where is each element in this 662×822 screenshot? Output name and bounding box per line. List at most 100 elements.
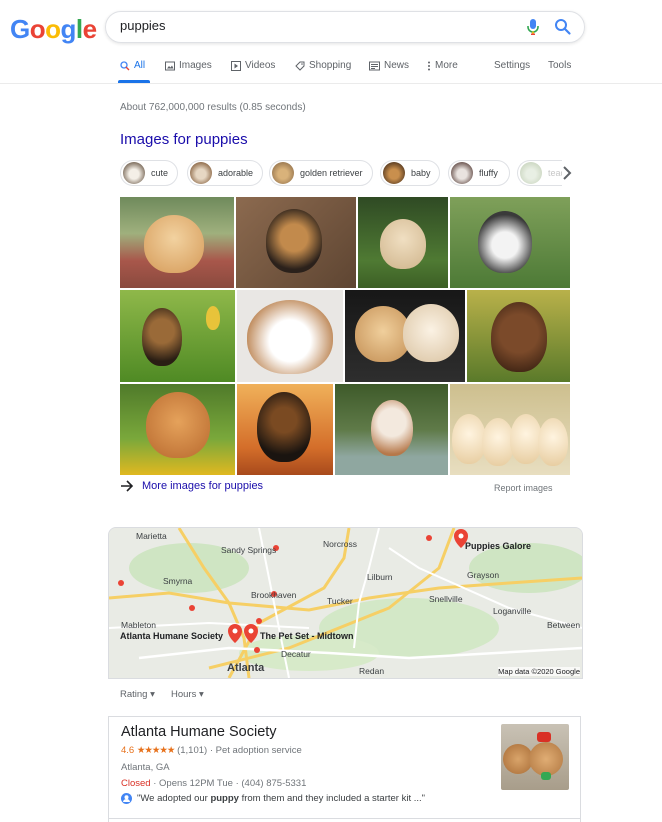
chip-adorable[interactable]: adorable [187, 160, 263, 186]
rating-value: 4.6 [121, 745, 135, 756]
hours-phone: · Opens 12PM Tue · (404) 875-5331 [153, 778, 307, 789]
caret-down-icon: ▾ [198, 689, 204, 700]
image-result[interactable] [450, 384, 570, 475]
map-place-label[interactable]: Atlanta Humane Society [120, 631, 223, 641]
map-label: Norcross [323, 539, 358, 549]
review-prefix: "We adopted our [137, 793, 211, 804]
map-label: Brookhaven [251, 590, 297, 600]
map-label: Atlanta [227, 662, 265, 674]
map-place-label[interactable]: The Pet Set - Midtown [260, 631, 354, 641]
result-hours: Closed · Opens 12PM Tue · (404) 875-5331 [121, 778, 306, 789]
tab-all[interactable]: All [120, 60, 145, 71]
tab-videos[interactable]: Videos [231, 60, 275, 71]
result-rating: 4.6 ★★★★★ (1,101) · Pet adoption service [121, 745, 302, 756]
image-result[interactable] [120, 384, 235, 475]
local-result[interactable]: Atlanta Humane Society 4.6 ★★★★★ (1,101)… [108, 716, 581, 822]
chip-thumbnail [383, 162, 405, 184]
map-place-label[interactable]: Puppies Galore [465, 541, 531, 551]
chip-label: teacup [548, 168, 562, 178]
result-review: "We adopted our puppy from them and they… [121, 793, 425, 804]
map-label: Grayson [467, 570, 500, 580]
search-icon[interactable] [554, 18, 572, 36]
image-result[interactable] [237, 290, 343, 382]
chevron-right-icon[interactable] [562, 165, 572, 181]
google-logo[interactable]: Google [10, 14, 97, 45]
chip-label: fluffy [479, 168, 498, 178]
tab-label: Tools [548, 60, 572, 71]
review-suffix: from them and they included a starter ki… [238, 793, 426, 804]
user-avatar-icon [121, 793, 132, 804]
image-result[interactable] [335, 384, 448, 475]
image-result[interactable] [345, 290, 465, 382]
divider [108, 818, 581, 819]
map-label: Redan [359, 666, 385, 676]
filter-label: Hours [171, 689, 197, 700]
caret-down-icon: ▾ [150, 689, 155, 700]
tab-label: News [384, 60, 410, 71]
star-rating-icon: ★★★★★ [136, 745, 176, 756]
chip-label: cute [151, 168, 169, 178]
tab-label: More [435, 60, 458, 71]
images-heading[interactable]: Images for puppies [120, 131, 248, 148]
tab-label: All [134, 60, 146, 71]
image-result[interactable] [236, 197, 356, 288]
tab-label: Videos [245, 60, 276, 71]
more-images-link[interactable]: More images for puppies [120, 480, 263, 492]
map-label: Decatur [281, 649, 311, 659]
mic-icon[interactable] [526, 18, 540, 36]
chip-thumbnail [451, 162, 473, 184]
tab-more[interactable]: More [427, 60, 458, 71]
map-label: Mableton [121, 620, 156, 630]
logo-letter: l [75, 14, 83, 44]
chip-label: baby [411, 168, 431, 178]
chip-teacup[interactable]: teacup [517, 160, 562, 186]
divider [0, 83, 662, 84]
tab-tools[interactable]: Tools [548, 60, 571, 71]
tag-icon [295, 61, 305, 71]
chip-cute[interactable]: cute [120, 160, 178, 186]
logo-letter: o [29, 14, 46, 44]
logo-letter: g [60, 14, 77, 44]
image-result[interactable] [120, 290, 235, 382]
image-result[interactable] [120, 197, 234, 288]
search-box[interactable] [105, 11, 585, 43]
image-result[interactable] [467, 290, 570, 382]
play-icon [231, 60, 241, 71]
map-attribution: Map data ©2020 Google [498, 667, 580, 676]
chip-fluffy[interactable]: fluffy [448, 160, 510, 186]
map[interactable]: Marietta Sandy Springs Norcross Smyrna L… [108, 527, 583, 679]
tab-label: Images [179, 60, 212, 71]
search-icon [120, 60, 130, 70]
result-thumbnail[interactable] [501, 724, 569, 790]
chip-baby[interactable]: baby [380, 160, 440, 186]
search-input[interactable] [120, 18, 500, 33]
report-images-link[interactable]: Report images [494, 483, 553, 493]
map-label: Snellville [429, 594, 463, 604]
tab-news[interactable]: News [369, 60, 409, 71]
filter-hours[interactable]: Hours ▾ [171, 689, 204, 700]
chip-thumbnail [520, 162, 542, 184]
review-highlight: puppy [210, 793, 239, 804]
news-icon [369, 61, 380, 70]
filter-rating[interactable]: Rating ▾ [120, 689, 155, 700]
result-title[interactable]: Atlanta Humane Society [121, 724, 277, 740]
status-closed: Closed [121, 778, 151, 789]
tab-images[interactable]: Images [165, 60, 212, 71]
arrow-right-icon [121, 480, 134, 492]
chip-golden-retriever[interactable]: golden retriever [269, 160, 373, 186]
filter-label: Rating [120, 689, 148, 700]
map-label: Smyrna [163, 576, 193, 586]
map-label: Between [547, 620, 581, 630]
chip-thumbnail [190, 162, 212, 184]
map-label: Tucker [327, 596, 353, 606]
tab-settings[interactable]: Settings [494, 60, 530, 71]
result-category: · Pet adoption service [209, 745, 302, 756]
image-result[interactable] [237, 384, 333, 475]
map-label: Loganville [493, 606, 532, 616]
image-result[interactable] [450, 197, 570, 288]
result-stats: About 762,000,000 results (0.85 seconds) [120, 102, 306, 113]
image-result[interactable] [358, 197, 448, 288]
map-label: Marietta [136, 531, 167, 541]
tab-shopping[interactable]: Shopping [295, 60, 351, 71]
image-chips: cute adorable golden retriever baby fluf… [120, 160, 580, 188]
